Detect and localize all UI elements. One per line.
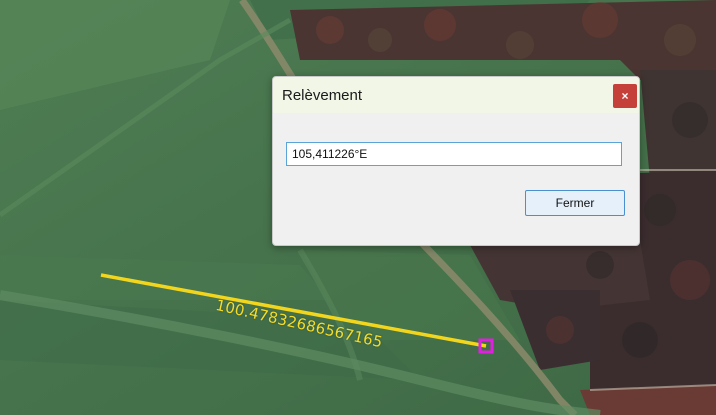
close-icon[interactable]: × bbox=[613, 84, 637, 108]
dialog-title: Relèvement bbox=[282, 87, 363, 104]
bearing-value-field[interactable] bbox=[286, 142, 622, 166]
dialog-titlebar[interactable]: Relèvement × bbox=[273, 77, 639, 113]
bearing-dialog: Relèvement × Fermer bbox=[272, 76, 640, 246]
close-button[interactable]: Fermer bbox=[525, 190, 625, 216]
